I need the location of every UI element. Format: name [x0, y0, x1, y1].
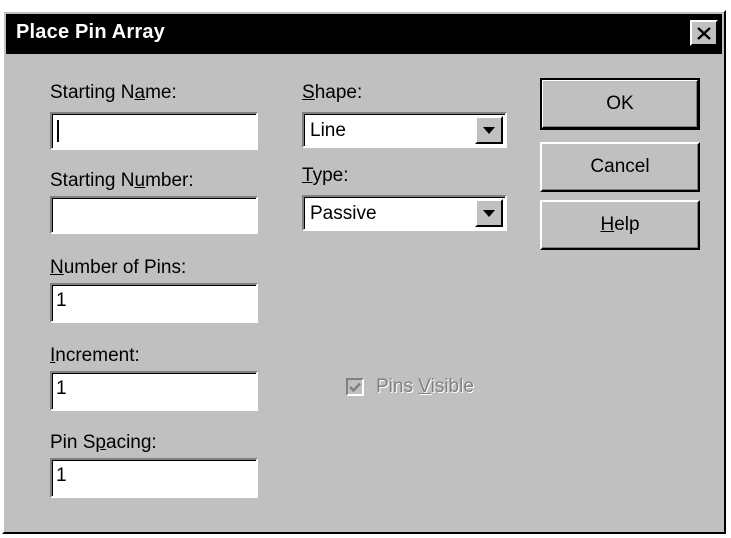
ok-label: OK [606, 93, 634, 114]
type-label: Type: [302, 165, 349, 186]
close-button[interactable] [690, 20, 718, 46]
dropdown-arrow-icon [483, 209, 495, 217]
shape-select[interactable]: Line [302, 112, 507, 148]
increment-label: Increment: [50, 345, 140, 366]
pin-spacing-label: Pin Spacing: [50, 432, 157, 453]
place-pin-array-dialog: Place Pin Array Starting Name: Starting … [2, 10, 726, 534]
increment-value: 1 [56, 378, 67, 399]
checkbox-box [346, 378, 364, 396]
starting-name-input[interactable] [50, 112, 258, 150]
close-icon [697, 26, 711, 40]
type-select[interactable]: Passive [302, 195, 507, 231]
pin-spacing-value: 1 [56, 465, 67, 486]
title-bar: Place Pin Array [6, 14, 722, 54]
starting-number-label: Starting Number: [50, 170, 194, 191]
text-caret [57, 120, 59, 142]
number-of-pins-label: Number of Pins: [50, 257, 187, 278]
checkmark-icon [349, 382, 361, 392]
dropdown-arrow-icon [483, 126, 495, 134]
shape-value: Line [310, 120, 346, 141]
ok-button[interactable]: OK [540, 78, 700, 130]
increment-input[interactable]: 1 [50, 371, 258, 411]
pin-spacing-input[interactable]: 1 [50, 458, 258, 498]
starting-name-label: Starting Name: [50, 82, 177, 103]
shape-label: Shape: [302, 82, 363, 103]
type-dropdown-button[interactable] [475, 199, 503, 227]
pins-visible-checkbox[interactable]: Pins Visible [346, 372, 474, 402]
help-label: Help [600, 214, 640, 235]
starting-number-input[interactable] [50, 196, 258, 234]
cancel-button[interactable]: Cancel [540, 142, 700, 192]
type-value: Passive [310, 203, 377, 224]
number-of-pins-input[interactable]: 1 [50, 283, 258, 323]
number-of-pins-value: 1 [56, 290, 67, 311]
background-page-fragment [0, 0, 731, 10]
dialog-title: Place Pin Array [16, 21, 166, 43]
pins-visible-label: Pins Visible [376, 376, 474, 397]
help-button[interactable]: Help [540, 200, 700, 250]
cancel-label: Cancel [590, 156, 650, 177]
shape-dropdown-button[interactable] [475, 116, 503, 144]
